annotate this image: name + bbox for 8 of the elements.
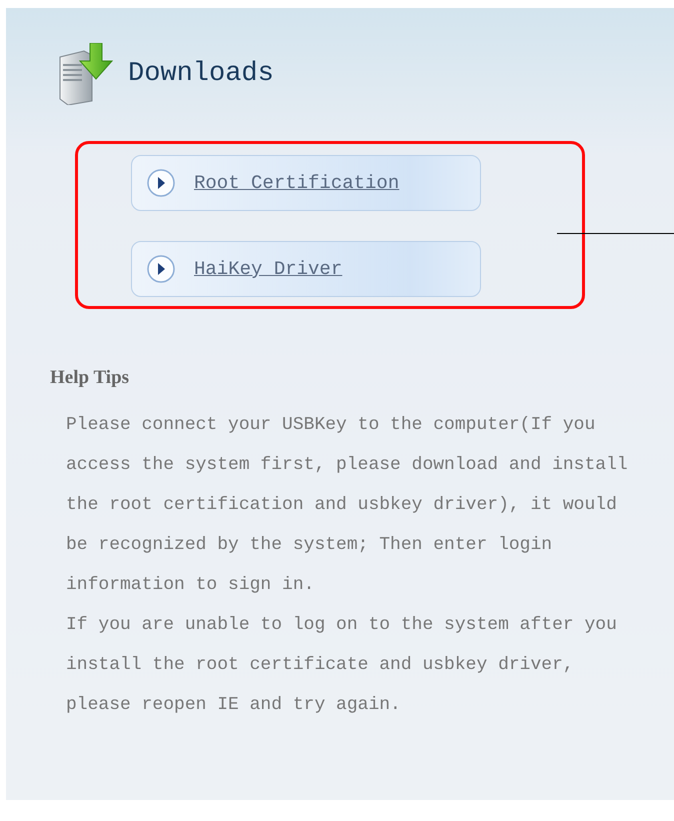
download-button[interactable]: HaiKey Driver <box>131 241 481 297</box>
play-icon <box>146 168 176 198</box>
play-icon <box>146 254 176 284</box>
page-title: Downloads <box>128 59 274 89</box>
help-paragraph: If you are unable to log on to the system after you install the root certificate and usbkey driver, please reopen IE and try again. <box>66 614 618 717</box>
help-heading: Help Tips <box>50 367 130 389</box>
download-button[interactable]: Root Certification <box>131 155 481 211</box>
help-paragraph: Please connect your USBKey to the computer(If you access the system first, please download and install the root certification and usbkey driver), it would be recognized by the system; Then enter login information to sign in. <box>66 414 629 597</box>
